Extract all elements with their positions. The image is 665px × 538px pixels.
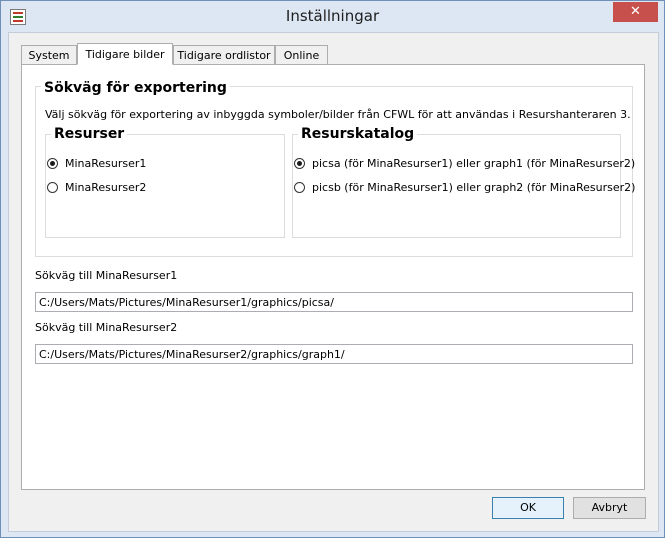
radio-picsb-graph2[interactable]: picsb (för MinaResurser1) eller graph2 (… — [294, 180, 635, 196]
export-description: Välj sökväg för exportering av inbyggda … — [45, 108, 631, 121]
path2-label: Sökväg till MinaResurser2 — [35, 321, 178, 334]
radio-selected-indicator[interactable] — [47, 158, 58, 169]
title-bar[interactable]: Inställningar ✕ — [1, 1, 664, 32]
radio-label: MinaResurser2 — [65, 181, 147, 194]
radio-unselected-indicator[interactable] — [294, 182, 305, 193]
catalog-group-title: Resurskatalog — [298, 126, 418, 143]
radio-label: picsb (för MinaResurser1) eller graph2 (… — [312, 181, 636, 194]
tab-tidigare-bilder[interactable]: Tidigare bilder — [77, 43, 173, 65]
tab-online[interactable]: Online — [275, 45, 328, 64]
path2-input[interactable] — [35, 344, 633, 364]
export-group-title: Sökväg för exportering — [41, 79, 230, 97]
dialog-client-area: System Tidigare bilder Tidigare ordlisto… — [8, 32, 659, 532]
radio-label: MinaResurser1 — [65, 157, 147, 170]
cancel-button[interactable]: Avbryt — [573, 497, 646, 519]
tab-panel: Sökväg för exportering Välj sökväg för e… — [21, 64, 645, 490]
radio-picsa-graph1[interactable]: picsa (för MinaResurser1) eller graph1 (… — [294, 156, 635, 172]
ok-button[interactable]: OK — [492, 497, 564, 519]
window-title: Inställningar — [285, 7, 380, 25]
path1-input[interactable] — [35, 292, 633, 312]
close-icon: ✕ — [630, 4, 641, 19]
radio-selected-indicator[interactable] — [294, 158, 305, 169]
radio-minaresurser1[interactable]: MinaResurser1 — [47, 156, 227, 172]
radio-minaresurser2[interactable]: MinaResurser2 — [47, 180, 227, 196]
resources-group-title: Resurser — [51, 126, 128, 143]
tab-tidigare-ordlistor[interactable]: Tidigare ordlistor — [173, 45, 275, 64]
tab-system[interactable]: System — [21, 45, 77, 64]
radio-unselected-indicator[interactable] — [47, 182, 58, 193]
close-button[interactable]: ✕ — [613, 2, 658, 22]
radio-label: picsa (för MinaResurser1) eller graph1 (… — [312, 157, 636, 170]
settings-window: Inställningar ✕ System Tidigare bilder T… — [0, 0, 665, 538]
path1-label: Sökväg till MinaResurser1 — [35, 269, 178, 282]
